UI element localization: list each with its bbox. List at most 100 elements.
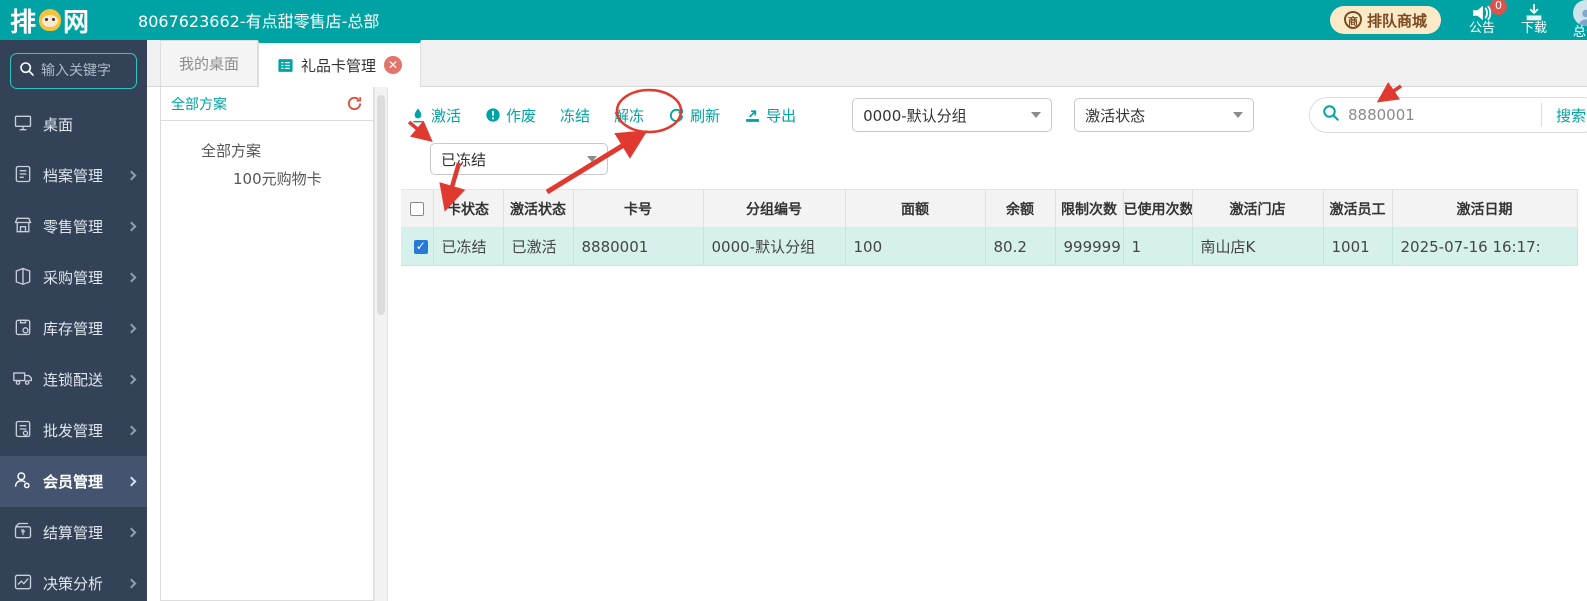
cell-card-no: 8880001 <box>573 227 704 266</box>
tab-label: 我的桌面 <box>179 55 240 73</box>
shop-mall-label: 排队商城 <box>1366 11 1427 30</box>
tree-item-100-yuan-card[interactable]: 100元购物卡 <box>161 165 373 193</box>
card-status-select[interactable]: 已冻结 <box>430 143 608 175</box>
sidebar-item-wholesale[interactable]: 批发管理 <box>0 405 147 456</box>
col-limit-count[interactable]: 限制次数 <box>1055 189 1124 228</box>
top-header: 排 网 8067623662-有点甜零售店-总部 商 排队商城 0 公告 下载 <box>0 0 1587 40</box>
archive-icon <box>13 164 33 188</box>
wallet-icon <box>13 521 33 545</box>
sidebar: 桌面 档案管理 零售管理 采购管理 库存管理 连锁配送 <box>0 40 147 601</box>
logo-text: 排 <box>10 7 38 38</box>
sidebar-item-archives[interactable]: 档案管理 <box>0 150 147 201</box>
chevron-right-icon <box>126 272 137 283</box>
scrollbar-thumb[interactable] <box>377 95 385 315</box>
sidebar-item-label: 档案管理 <box>43 167 104 185</box>
sidebar-item-label: 采购管理 <box>43 269 104 287</box>
col-store[interactable]: 激活门店 <box>1192 189 1324 228</box>
refresh-button[interactable]: 刷新 <box>668 105 720 126</box>
desktop-icon <box>13 113 33 137</box>
refresh-icon <box>669 108 684 122</box>
cell-balance: 80.2 <box>985 227 1056 266</box>
col-card-no[interactable]: 卡号 <box>573 189 704 228</box>
clipboard-icon <box>13 317 33 341</box>
col-balance[interactable]: 余额 <box>985 189 1056 228</box>
sidebar-item-retail[interactable]: 零售管理 <box>0 201 147 252</box>
freeze-label: 冻结 <box>560 106 591 125</box>
sidebar-item-delivery[interactable]: 连锁配送 <box>0 354 147 405</box>
store-title: 8067623662-有点甜零售店-总部 <box>138 12 380 31</box>
refresh-label: 刷新 <box>690 106 721 125</box>
download-icon <box>1524 3 1544 22</box>
col-activation-status[interactable]: 激活状态 <box>503 189 574 228</box>
close-tab-icon[interactable]: ✕ <box>384 56 403 74</box>
chevron-right-icon <box>126 578 137 589</box>
sidebar-item-inventory[interactable]: 库存管理 <box>0 303 147 354</box>
search-button[interactable]: 搜索 <box>1542 105 1587 126</box>
card-search-input[interactable] <box>1348 106 1498 124</box>
activate-label: 激活 <box>431 106 462 125</box>
notice-button[interactable]: 0 公告 <box>1468 0 1507 36</box>
tree-scrollbar[interactable] <box>374 87 388 601</box>
notice-label: 公告 <box>1468 20 1495 36</box>
tree-refresh-icon[interactable] <box>346 95 363 112</box>
col-card-status[interactable]: 卡状态 <box>433 189 504 228</box>
void-button[interactable]: 作废 <box>485 105 536 126</box>
sidebar-item-members[interactable]: 会员管理 <box>0 456 147 507</box>
truck-icon <box>13 368 33 392</box>
download-button[interactable]: 下载 <box>1521 3 1547 36</box>
col-used-count[interactable]: 已使用次数 <box>1123 189 1193 228</box>
store-icon <box>13 215 33 239</box>
chevron-right-icon <box>126 170 137 181</box>
unfreeze-button[interactable]: 解冻 <box>614 105 644 126</box>
cell-group: 0000-默认分组 <box>703 227 846 266</box>
sidebar-item-label: 库存管理 <box>43 320 104 338</box>
col-employee[interactable]: 激活员工 <box>1323 189 1393 228</box>
export-label: 导出 <box>766 106 797 125</box>
activation-status-select[interactable]: 激活状态 <box>1074 98 1255 132</box>
account-label: 总部 <box>1572 24 1587 40</box>
activate-button[interactable]: 激活 <box>410 105 461 126</box>
table-row[interactable]: 已冻结 已激活 8880001 0000-默认分组 100 80.2 99999… <box>401 227 1578 266</box>
logo-text: 网 <box>63 7 91 38</box>
sidebar-item-purchase[interactable]: 采购管理 <box>0 252 147 303</box>
cell-card-status: 已冻结 <box>433 227 504 266</box>
sidebar-search-box[interactable] <box>10 53 137 89</box>
group-select[interactable]: 0000-默认分组 <box>852 98 1053 132</box>
row-checkbox[interactable] <box>413 239 428 254</box>
export-button[interactable]: 导出 <box>744 105 796 126</box>
tree-item-all-schemes[interactable]: 全部方案 <box>161 137 373 165</box>
cell-activation-status: 已激活 <box>503 227 574 266</box>
ledger-icon <box>13 419 33 443</box>
chevron-right-icon <box>126 476 137 487</box>
sidebar-search-input[interactable] <box>41 63 131 79</box>
group-select-value: 0000-默认分组 <box>863 106 967 125</box>
sidebar-item-label: 批发管理 <box>43 422 104 440</box>
book-icon <box>13 266 33 290</box>
cell-face-value: 100 <box>845 227 986 266</box>
sidebar-item-analysis[interactable]: 决策分析 <box>0 558 147 601</box>
cell-date: 2025-07-16 16:17: <box>1392 227 1578 266</box>
void-label: 作废 <box>506 106 537 125</box>
unfreeze-label: 解冻 <box>614 106 645 125</box>
sidebar-item-label: 结算管理 <box>43 524 104 542</box>
sidebar-item-settlement[interactable]: 结算管理 <box>0 507 147 558</box>
export-icon <box>746 109 759 122</box>
tab-gift-card-management[interactable]: 礼品卡管理 ✕ <box>258 40 422 87</box>
tab-bar: 我的桌面 礼品卡管理 ✕ <box>147 40 1587 87</box>
sidebar-item-label: 连锁配送 <box>43 371 104 389</box>
table-header-row: 卡状态 激活状态 卡号 分组编号 面额 余额 限制次数 已使用次数 激活门店 激… <box>401 189 1578 228</box>
freeze-button[interactable]: 冻结 <box>560 105 590 126</box>
sidebar-item-desktop[interactable]: 桌面 <box>0 99 147 150</box>
sidebar-item-label: 决策分析 <box>43 575 104 593</box>
select-all-checkbox[interactable] <box>409 201 424 216</box>
shop-mall-button[interactable]: 商 排队商城 <box>1329 6 1441 34</box>
col-face-value[interactable]: 面额 <box>845 189 986 228</box>
account-button[interactable]: 总部 <box>1572 0 1587 40</box>
caret-down-icon <box>587 156 597 162</box>
chart-icon <box>13 572 33 596</box>
tab-my-desktop[interactable]: 我的桌面 <box>160 40 259 86</box>
sidebar-item-label: 桌面 <box>43 116 74 134</box>
toolbar: 激活 作废 冻结 解冻 刷新 导出 0000-默认分组 激活状态 8880001… <box>410 97 1587 133</box>
col-group[interactable]: 分组编号 <box>703 189 846 228</box>
col-date[interactable]: 激活日期 <box>1392 189 1578 228</box>
